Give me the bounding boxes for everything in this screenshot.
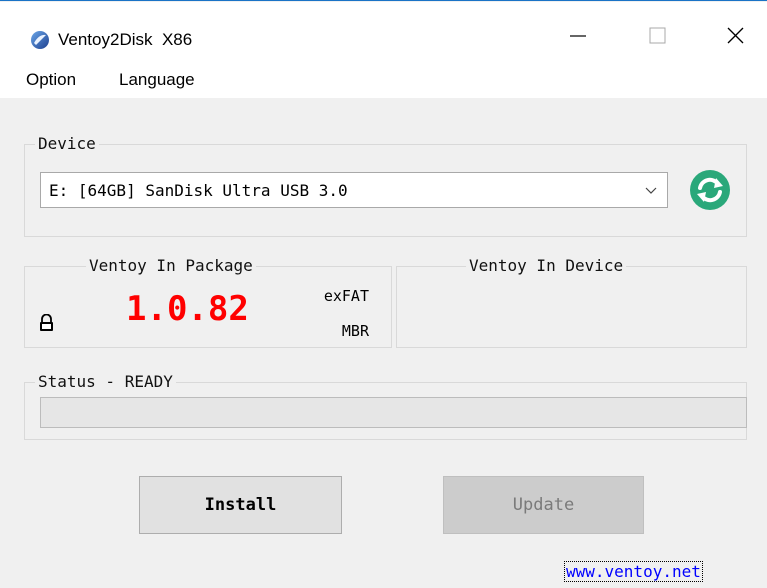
chevron-down-icon xyxy=(645,187,657,194)
install-button[interactable]: Install xyxy=(139,476,342,534)
minimize-button[interactable] xyxy=(548,14,608,54)
ventoy-app-icon xyxy=(31,31,49,49)
lock-icon xyxy=(40,314,53,331)
close-icon xyxy=(727,27,744,44)
package-partition-style: MBR xyxy=(341,322,369,340)
package-group-label: Ventoy In Package xyxy=(86,256,256,275)
device-group-label: Device xyxy=(35,134,99,153)
website-link[interactable]: www.ventoy.net xyxy=(564,561,703,582)
device-select[interactable]: E: [64GB] SanDisk Ultra USB 3.0 xyxy=(40,172,668,208)
title-bar[interactable]: Ventoy2Disk X86 xyxy=(0,2,767,60)
progress-bar xyxy=(40,397,747,428)
device-select-value: E: [64GB] SanDisk Ultra USB 3.0 xyxy=(49,181,348,200)
menu-language[interactable]: Language xyxy=(119,70,195,90)
window-title: Ventoy2Disk X86 xyxy=(58,30,193,49)
package-filesystem: exFAT xyxy=(323,287,369,305)
status-label: Status - READY xyxy=(35,372,176,391)
maximize-button[interactable] xyxy=(627,14,687,54)
device-version-group-label: Ventoy In Device xyxy=(466,256,627,275)
menu-bar: Option Language xyxy=(0,60,767,98)
update-button[interactable]: Update xyxy=(443,476,644,534)
close-button[interactable] xyxy=(705,14,765,54)
device-version-group xyxy=(396,266,747,348)
minimize-icon xyxy=(570,35,586,37)
ventoy2disk-window: Ventoy2Disk X86 Option Language Device E… xyxy=(0,0,767,588)
refresh-icon[interactable] xyxy=(689,169,731,211)
package-version: 1.0.82 xyxy=(126,289,249,329)
menu-option[interactable]: Option xyxy=(26,70,76,90)
maximize-icon xyxy=(649,27,666,44)
